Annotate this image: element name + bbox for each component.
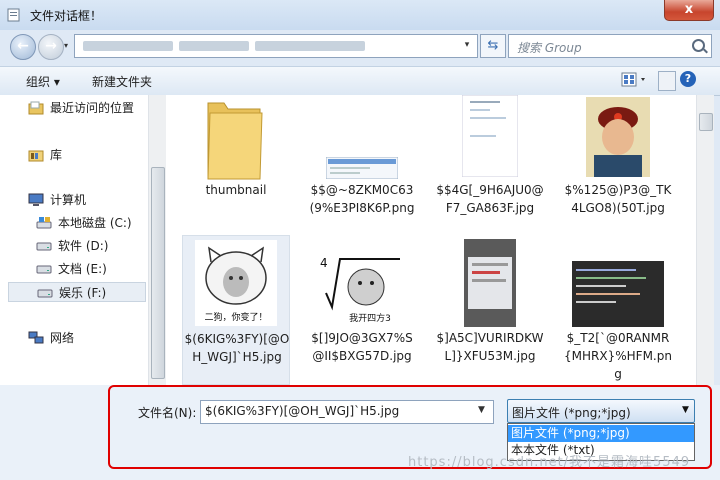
network-icon [28,331,44,344]
sidebar-item-label: 库 [50,148,63,162]
watermark: https://blog.csdn.net/我不是霜海哇5549 [408,455,691,470]
image-thumbnail: 4 我开四方3 [314,253,410,325]
library-icon [28,150,44,162]
image-thumbnail: 二狗，你变了！ [195,240,277,326]
thumbnail-digit: 4 [320,256,328,270]
recent-pages-dropdown[interactable]: ▾ [64,41,74,51]
refresh-icon: ⇆ [487,38,499,53]
sidebar-item-label: 娱乐 (F:) [59,286,107,300]
scrollbar-thumb[interactable] [699,113,713,131]
blurred-path [83,41,173,51]
title-bar [0,0,720,30]
close-icon: x [684,2,694,17]
drive-icon [36,265,52,274]
recent-places-icon [28,101,44,115]
scrollbar-thumb[interactable] [151,167,165,379]
view-options-button[interactable] [620,71,652,89]
sidebar-item-drive-d[interactable]: 软件 (D:) [0,236,148,256]
file-item[interactable]: 4 我开四方3 $[]9JO@3GX7%S@II$BXG57D.jpg [308,235,416,385]
drive-icon [37,289,53,298]
sidebar-item-label: 网络 [50,331,75,345]
file-name: $%125@)P3@_TK4LGO8)(50T.jpg [564,183,672,215]
image-thumbnail [462,95,518,177]
sidebar-item-label: 计算机 [50,193,87,207]
file-item[interactable]: thumbnail [182,95,290,220]
computer-icon [28,193,44,206]
folder-icon [202,101,266,181]
drive-c-icon [36,217,52,229]
blurred-path [255,41,365,51]
close-button[interactable]: x [664,0,714,21]
refresh-button[interactable]: ⇆ [480,34,506,58]
search-icon [692,39,705,52]
content-scrollbar[interactable] [696,95,714,385]
file-item[interactable]: $_T2[`@0RANMR{MHRX}%HFM.png [564,235,672,385]
sidebar-item-recent[interactable]: 最近访问的位置 [0,98,148,118]
thumbnail-caption: 我开四方3 [349,312,391,324]
sidebar-item-computer[interactable]: 计算机 [0,190,148,210]
window-title: 文件对话框！ [30,9,103,23]
file-item-selected[interactable]: 二狗，你变了！ $(6KIG%3FY)[@OH_WGJ]`H5.jpg [182,235,290,385]
file-name: thumbnail [205,183,267,197]
file-name: $$@~8ZKM0C63(9%E3PI8K6P.png [309,183,415,215]
new-folder-button[interactable]: 新建文件夹 [92,73,152,90]
help-button[interactable]: ? [680,71,696,87]
address-dropdown-icon[interactable]: ▾ [460,36,474,54]
sidebar-item-label: 最近访问的位置 [50,101,135,115]
sidebar-item-network[interactable]: 网络 [0,328,148,348]
sidebar-item-label: 软件 (D:) [58,239,109,253]
blurred-path [179,41,249,51]
back-button[interactable]: ← [10,34,36,60]
sidebar-item-drive-f[interactable]: 娱乐 (F:) [8,282,146,302]
file-name: $$4G[_9H6AJU0@F7_GA863F.jpg [436,183,544,215]
image-thumbnail [572,261,664,327]
arrow-right-icon: → [45,38,57,54]
file-item[interactable]: $$4G[_9H6AJU0@F7_GA863F.jpg [436,95,544,235]
file-name: $_T2[`@0RANMR{MHRX}%HFM.png [564,331,672,381]
file-name: $(6KIG%3FY)[@OH_WGJ]`H5.jpg [184,332,290,364]
address-bar[interactable] [74,34,478,58]
search-placeholder: 搜索 Group [517,41,582,55]
file-name: $]A5C]VURIRDKWL]}XFU53M.jpg [436,331,544,363]
sidebar-item-drive-e[interactable]: 文档 (E:) [0,259,148,279]
organize-button[interactable]: 组织 ▾ [26,73,60,90]
sidebar-scrollbar[interactable] [148,95,166,385]
image-thumbnail [586,97,650,177]
file-item[interactable]: $]A5C]VURIRDKWL]}XFU53M.jpg [436,235,544,385]
image-thumbnail [464,239,516,327]
file-item[interactable]: $$@~8ZKM0C63(9%E3PI8K6P.png [308,95,416,235]
image-thumbnail [326,157,398,179]
drive-icon [36,242,52,251]
search-input[interactable]: 搜索 Group [508,34,712,58]
app-icon [7,8,20,22]
thumbnail-caption: 二狗，你变了！ [204,311,267,323]
sidebar-item-drive-c[interactable]: 本地磁盘 (C:) [0,213,148,233]
sidebar-item-label: 本地磁盘 (C:) [58,216,132,230]
file-name: $[]9JO@3GX7%S@II$BXG57D.jpg [311,331,413,363]
file-list: thumbnail $$@~8ZKM0C63(9%E3PI8K6P.png $$… [166,95,696,385]
forward-button[interactable]: → [38,34,64,60]
arrow-left-icon: ← [17,38,29,54]
file-item[interactable]: $%125@)P3@_TK4LGO8)(50T.jpg [564,95,672,235]
navigation-pane: 最近访问的位置 库 计算机 本地磁盘 (C:) 软件 (D:) 文档 (E:) … [0,95,148,385]
preview-pane-button[interactable] [658,71,676,91]
sidebar-item-label: 文档 (E:) [58,262,107,276]
sidebar-item-library[interactable]: 库 [0,145,148,165]
